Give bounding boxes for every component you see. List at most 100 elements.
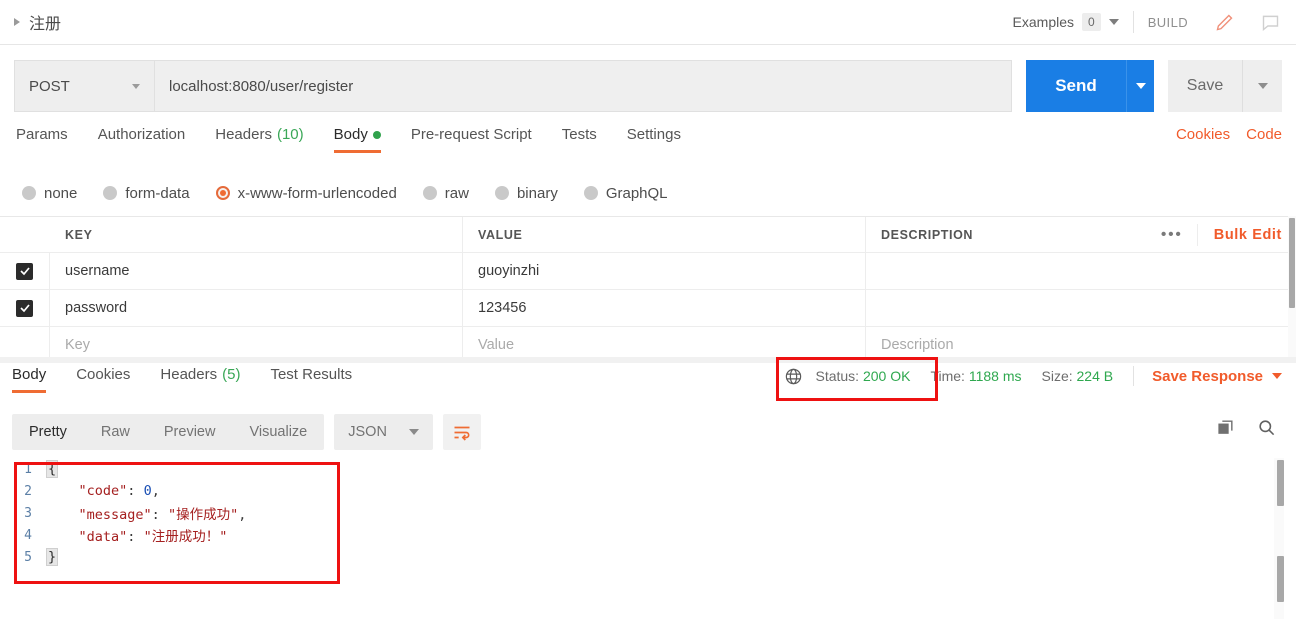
- table-row-empty[interactable]: Key Value Description: [0, 327, 1296, 361]
- send-options-button[interactable]: [1126, 60, 1154, 112]
- wrap-text-icon: [454, 426, 470, 441]
- row-description-input[interactable]: [866, 290, 1296, 326]
- body-type-form-data[interactable]: form-data: [103, 184, 190, 202]
- row-checkbox[interactable]: [0, 253, 50, 289]
- new-row-key-input[interactable]: Key: [50, 327, 463, 361]
- build-label[interactable]: BUILD: [1148, 15, 1188, 30]
- params-table-scrollbar-thumb[interactable]: [1289, 218, 1295, 308]
- chevron-down-icon[interactable]: [132, 83, 140, 89]
- bulk-edit-button[interactable]: Bulk Edit: [1196, 223, 1282, 246]
- size-badge: Size: 224 B: [1042, 368, 1114, 384]
- view-preview[interactable]: Preview: [147, 414, 233, 450]
- chevron-down-icon: [1257, 83, 1268, 89]
- http-method-select[interactable]: POST: [14, 60, 154, 112]
- time-value: 1188 ms: [968, 368, 1022, 384]
- save-response-button[interactable]: Save Response: [1152, 368, 1282, 385]
- tab-headers[interactable]: Headers (10): [215, 126, 303, 153]
- radio-icon: [22, 186, 36, 200]
- row-key-input[interactable]: username: [50, 253, 463, 289]
- table-row[interactable]: password 123456: [0, 290, 1296, 327]
- request-title-group[interactable]: 注册: [0, 10, 61, 34]
- chevron-down-icon[interactable]: [408, 429, 419, 435]
- chevron-down-icon[interactable]: [1272, 373, 1282, 379]
- row-key-input[interactable]: password: [50, 290, 463, 326]
- send-button[interactable]: Send: [1026, 60, 1126, 112]
- tab-settings[interactable]: Settings: [627, 126, 681, 153]
- response-format-select[interactable]: JSON: [334, 414, 433, 450]
- body-type-raw[interactable]: raw: [422, 185, 469, 202]
- code-line: 2 "code": 0,: [0, 480, 1296, 502]
- response-tabs: Body Cookies Headers (5) Test Results St…: [0, 366, 1296, 402]
- examples-dropdown[interactable]: Examples 0: [1013, 13, 1119, 31]
- tab-label: Authorization: [97, 126, 186, 143]
- tab-label: Body: [333, 126, 368, 143]
- cookies-link[interactable]: Cookies: [1176, 126, 1230, 143]
- save-button[interactable]: Save: [1168, 60, 1242, 112]
- json-colon: :: [151, 507, 168, 523]
- json-key: "code": [78, 483, 128, 499]
- tab-pre-request-script[interactable]: Pre-request Script: [411, 126, 532, 153]
- view-visualize[interactable]: Visualize: [232, 414, 324, 450]
- view-raw[interactable]: Raw: [84, 414, 147, 450]
- radio-icon: [494, 186, 509, 200]
- json-colon: :: [127, 483, 144, 499]
- code-link[interactable]: Code: [1246, 126, 1282, 143]
- json-brace: }: [46, 548, 59, 566]
- response-pane-divider[interactable]: [0, 357, 1296, 363]
- row-checkbox[interactable]: [0, 327, 50, 361]
- search-button[interactable]: [1257, 418, 1276, 442]
- code-line-content: "code": 0,: [46, 483, 160, 499]
- response-tab-test-results[interactable]: Test Results: [270, 366, 352, 393]
- response-toolbar: Pretty Raw Preview Visualize JSON: [12, 414, 481, 450]
- comments-button[interactable]: [1252, 4, 1288, 40]
- divider: [1133, 366, 1135, 386]
- url-input[interactable]: localhost:8080/user/register: [154, 60, 1012, 112]
- response-scrollbar-thumb[interactable]: [1277, 460, 1284, 506]
- tab-authorization[interactable]: Authorization: [98, 126, 186, 153]
- response-tab-cookies[interactable]: Cookies: [76, 366, 130, 393]
- body-type-label: form-data: [125, 184, 190, 202]
- row-checkbox[interactable]: [0, 290, 50, 326]
- table-header-actions: ••• Bulk Edit: [1147, 217, 1296, 252]
- row-value-input[interactable]: guoyinzhi: [463, 253, 866, 289]
- new-row-value-input[interactable]: Value: [463, 327, 866, 361]
- send-button-group: Send: [1026, 60, 1154, 112]
- chevron-down-icon[interactable]: [1108, 19, 1119, 25]
- body-type-x-www-form-urlencoded[interactable]: x-www-form-urlencoded: [215, 185, 397, 202]
- response-tab-headers[interactable]: Headers (5): [160, 366, 240, 393]
- wrap-text-button[interactable]: [442, 414, 481, 450]
- edit-request-button[interactable]: [1206, 4, 1242, 40]
- tab-body[interactable]: Body: [333, 126, 382, 153]
- body-type-graphql[interactable]: GraphQL: [583, 185, 668, 202]
- row-value-input[interactable]: 123456: [463, 290, 866, 326]
- response-scrollbar-thumb-secondary[interactable]: [1277, 556, 1284, 602]
- globe-icon: [784, 367, 803, 386]
- view-pretty[interactable]: Pretty: [12, 414, 84, 450]
- table-row[interactable]: username guoyinzhi: [0, 253, 1296, 290]
- tab-tests[interactable]: Tests: [562, 126, 597, 153]
- body-type-binary[interactable]: binary: [494, 184, 558, 202]
- top-bar-right-actions: Examples 0 BUILD: [1013, 0, 1296, 44]
- row-description-input[interactable]: [866, 253, 1296, 289]
- code-line-content: "data": "注册成功！": [46, 525, 228, 545]
- column-header-description-label: DESCRIPTION: [881, 227, 974, 242]
- save-button-group: Save: [1168, 60, 1282, 112]
- response-tab-body[interactable]: Body: [12, 366, 47, 393]
- response-body-viewer[interactable]: 1 { 2 "code": 0, 3 "message": "操作成功", 4 …: [0, 458, 1296, 619]
- json-string-value: "注册成功！": [143, 529, 228, 545]
- json-key: "data": [78, 529, 128, 545]
- copy-button[interactable]: [1216, 418, 1235, 442]
- ellipsis-icon[interactable]: •••: [1147, 226, 1197, 243]
- top-bar: 注册 Examples 0 BUILD: [0, 0, 1296, 45]
- triangle-right-icon[interactable]: [14, 18, 20, 26]
- tab-label: Tests: [561, 126, 597, 143]
- body-type-label: binary: [516, 184, 558, 202]
- new-row-description-input[interactable]: Description: [866, 327, 1296, 361]
- column-header-key: KEY: [50, 217, 463, 252]
- save-options-button[interactable]: [1242, 60, 1282, 112]
- radio-icon: [422, 186, 437, 200]
- tab-params[interactable]: Params: [16, 126, 68, 153]
- body-type-none[interactable]: none: [22, 185, 77, 202]
- status-badge: Status: 200 OK: [815, 368, 910, 384]
